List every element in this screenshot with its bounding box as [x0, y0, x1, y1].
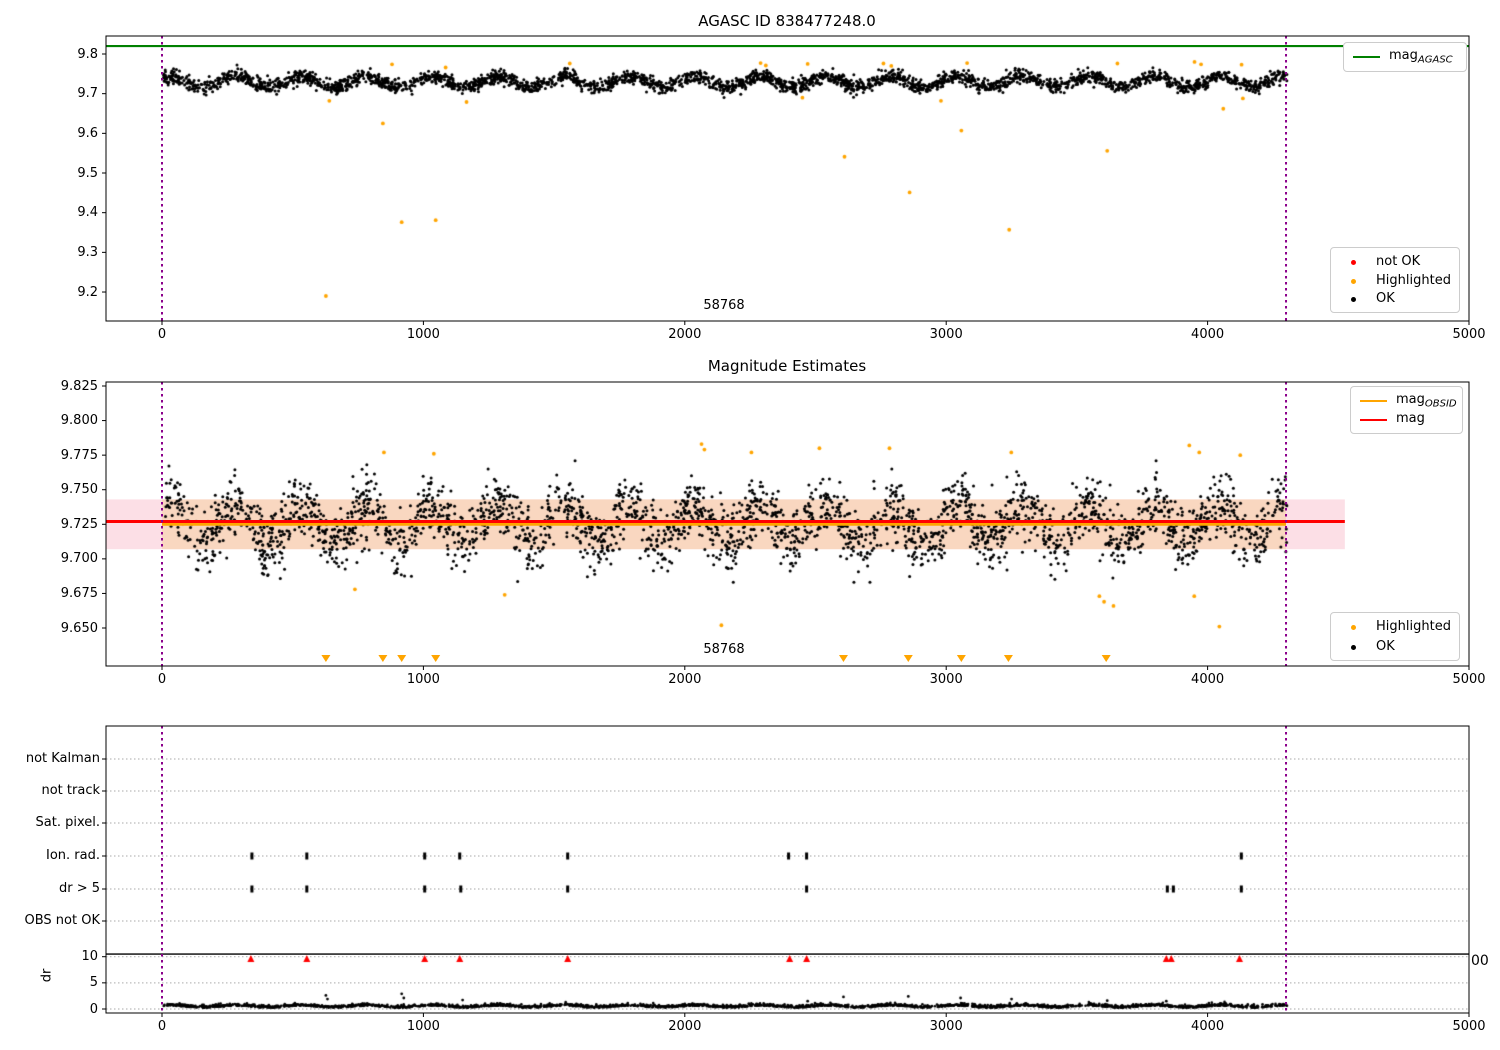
flag-category-label: not Kalman [25, 751, 100, 766]
y-tick-label: 9.725 [60, 516, 98, 532]
x-tick-label: 3000 [929, 672, 963, 687]
flag-category-label: OBS not OK [24, 913, 101, 928]
y-tick-label: 9.825 [60, 378, 98, 394]
flag-category-label: dr > 5 [58, 881, 100, 896]
y-tick-label: 9.4 [77, 205, 98, 221]
legend-label-ok-mid: OK [1376, 638, 1395, 654]
figure: AGASC ID 838477248.0 Magnitude Estimates… [0, 0, 1500, 1050]
legend-point-classes-top: not OK Highlighted OK [1330, 247, 1460, 313]
y-tick-label: 9.775 [60, 447, 98, 463]
ok-dot-swatch [1340, 639, 1367, 654]
chart1-title: AGASC ID 838477248.0 [698, 12, 876, 30]
plot-lines-layer [102, 35, 1470, 1017]
chart2-obsid-annotation: 58768 [703, 642, 745, 657]
y-tick-label: 9.650 [60, 620, 98, 636]
dr-tick-label: 10 [81, 949, 98, 965]
x-tick-label: 2000 [668, 327, 702, 342]
y-tick-label: 9.675 [60, 585, 98, 601]
x-tick-label: 4000 [1191, 1019, 1225, 1034]
ok-dot-swatch [1340, 291, 1367, 306]
legend-label-mag-obsid: magOBSID [1396, 391, 1457, 410]
flag-category-label: not track [41, 783, 100, 798]
y-tick-label: 9.5 [77, 165, 98, 181]
x-tick-label: 5000 [1452, 672, 1486, 687]
y-tick-label: 9.700 [60, 551, 98, 567]
legend-label-highlighted: Highlighted [1376, 272, 1451, 288]
x-tick-label: 1000 [406, 1019, 440, 1034]
mag-obsid-line-swatch [1360, 399, 1387, 402]
legend-row-mag: mag [1360, 410, 1453, 429]
legend-label-mag: mag [1396, 410, 1425, 426]
x-tick-label: 1000 [406, 327, 440, 342]
chart2-title: Magnitude Estimates [707, 357, 867, 375]
y-tick-label: 9.800 [60, 413, 98, 429]
legend-mag-lines: magOBSID mag [1350, 386, 1463, 434]
flag-category-label: Ion. rad. [46, 848, 100, 863]
y-tick-label: 9.2 [77, 284, 98, 300]
x-tick-label: 4000 [1191, 672, 1225, 687]
y-tick-label: 9.750 [60, 482, 98, 498]
x-tick-label: 0 [157, 1019, 167, 1034]
flag-category-label: Sat. pixel. [35, 815, 100, 830]
x-tick-label: 0 [157, 327, 167, 342]
clipped-right-tick-label: 00 [1471, 953, 1489, 969]
mag-agasc-line-swatch [1353, 56, 1380, 58]
legend-label-ok: OK [1376, 291, 1395, 307]
x-tick-label: 1000 [406, 672, 440, 687]
highlighted-dot-swatch [1340, 273, 1367, 288]
x-tick-label: 2000 [668, 1019, 702, 1034]
dr-tick-label: 5 [89, 975, 98, 991]
legend-label-highlighted-mid: Highlighted [1376, 619, 1451, 635]
legend-point-classes-middle: Highlighted OK [1330, 612, 1460, 661]
dr-tick-label: 0 [89, 1001, 98, 1017]
x-tick-label: 3000 [929, 1019, 963, 1034]
legend-row-not-ok: not OK [1340, 252, 1450, 271]
legend-row-mag-agasc: magAGASC [1353, 47, 1457, 67]
x-tick-label: 4000 [1191, 327, 1225, 342]
legend-row-mag-obsid: magOBSID [1360, 391, 1457, 410]
chart1-obsid-annotation: 58768 [703, 298, 745, 313]
mag-line-swatch [1360, 418, 1387, 421]
x-tick-label: 0 [157, 672, 167, 687]
x-tick-label: 2000 [668, 672, 702, 687]
y-tick-label: 9.6 [77, 125, 98, 141]
legend-row-ok-mid: OK [1340, 637, 1450, 657]
legend-row-highlighted-mid: Highlighted [1340, 617, 1451, 637]
legend-label-mag-agasc: magAGASC [1389, 48, 1453, 66]
x-tick-label: 5000 [1452, 327, 1486, 342]
legend-row-highlighted: Highlighted [1340, 271, 1451, 290]
y-tick-label: 9.3 [77, 244, 98, 260]
highlighted-dot-swatch [1340, 619, 1367, 634]
x-tick-label: 3000 [929, 327, 963, 342]
legend-label-not-ok: not OK [1376, 253, 1421, 269]
legend-row-ok: OK [1340, 289, 1450, 308]
not-ok-dot-swatch [1340, 254, 1367, 269]
x-tick-label: 5000 [1452, 1019, 1486, 1034]
legend-mag-agasc: magAGASC [1343, 42, 1467, 72]
y-tick-label: 9.7 [77, 86, 98, 102]
y-tick-label: 9.8 [77, 46, 98, 62]
